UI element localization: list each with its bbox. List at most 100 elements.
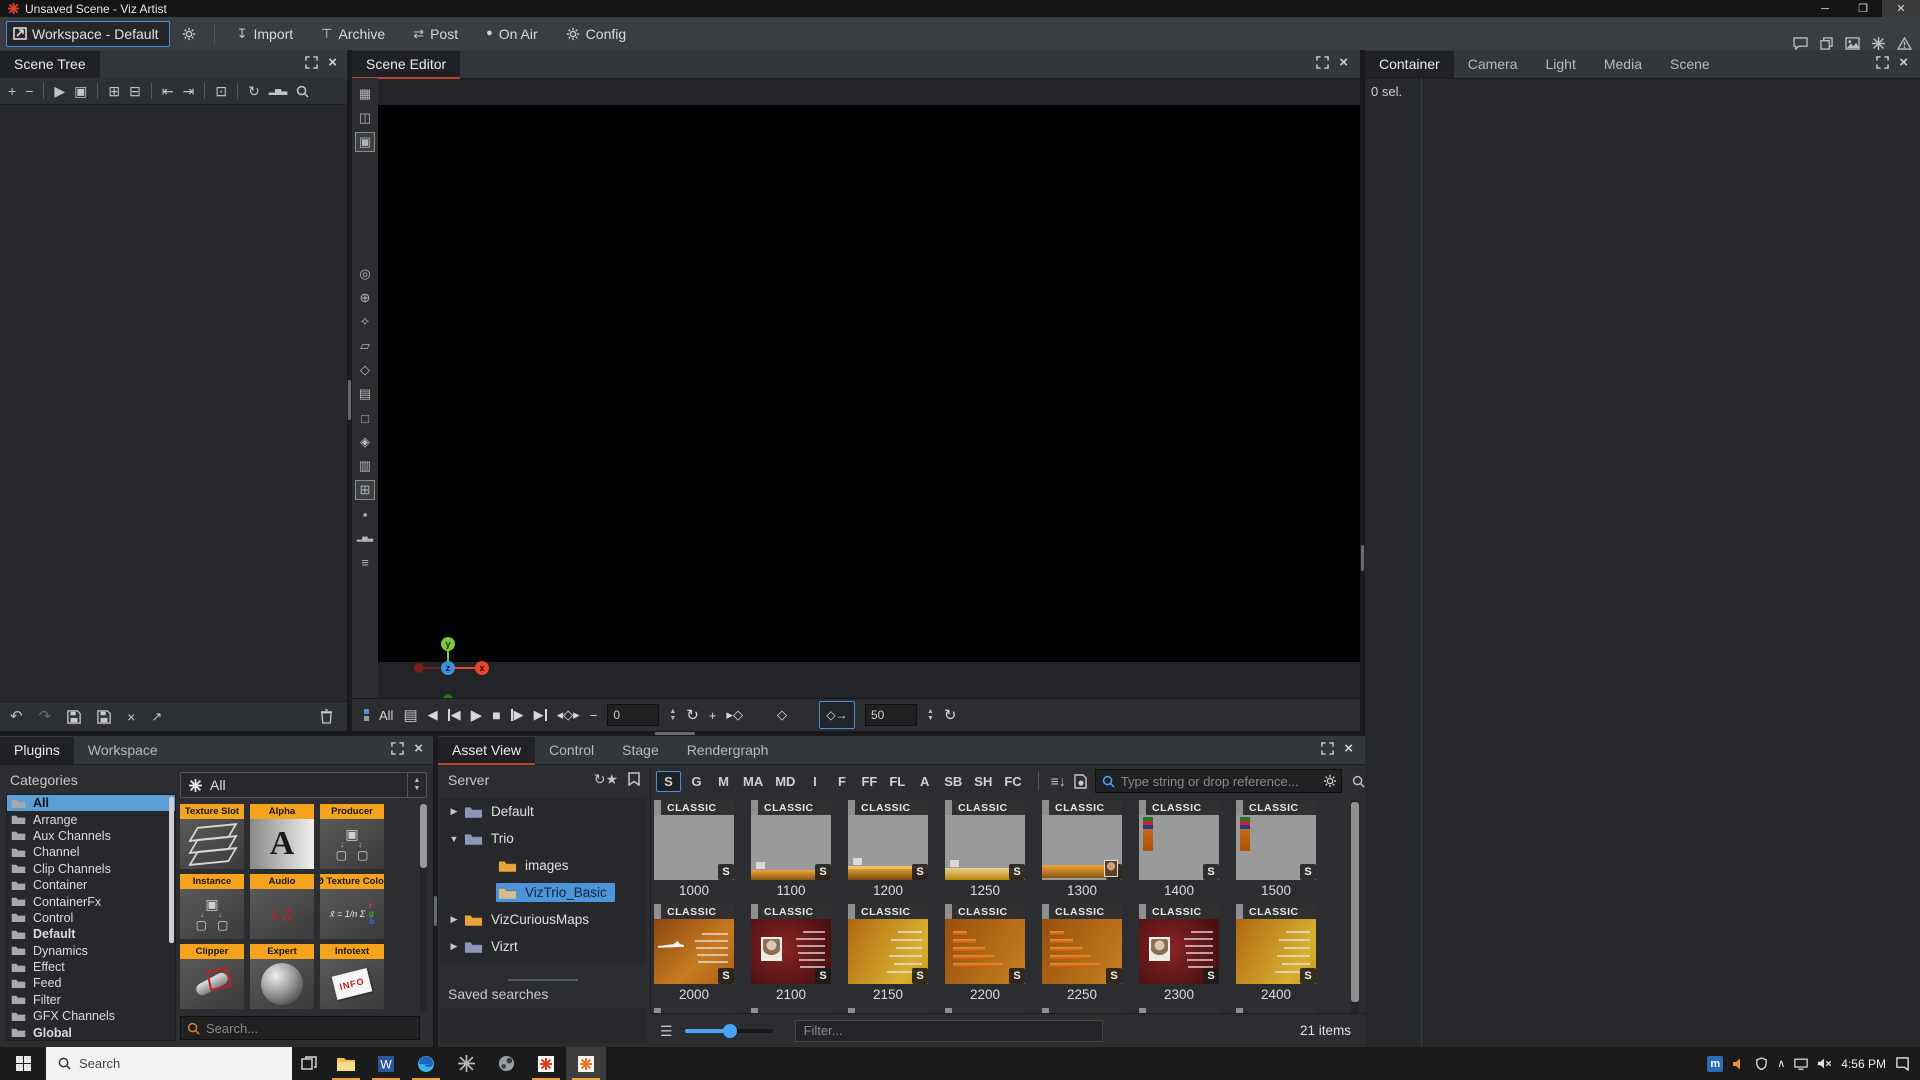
bounding-box-icon[interactable]: □ <box>355 408 375 428</box>
tab-container[interactable]: Container <box>1365 51 1454 78</box>
tree-node-trio[interactable]: ▼Trio <box>440 825 646 852</box>
safe-area-icon[interactable]: ◫ <box>355 108 375 128</box>
close-panel-icon[interactable]: × <box>328 55 337 70</box>
tree-expander-icon[interactable]: ▶ <box>446 806 462 817</box>
branch-icon[interactable]: ↗ <box>151 710 162 723</box>
display-icon[interactable] <box>1794 1058 1808 1070</box>
plugin-search[interactable]: Search... <box>180 1016 420 1040</box>
continue-button[interactable]: ▶ <box>511 707 524 723</box>
close-panel-icon[interactable]: × <box>1899 55 1908 70</box>
type-filter-g[interactable]: G <box>685 772 708 791</box>
add-keyframe-icon[interactable]: ⊡ <box>215 84 227 98</box>
category-item-container[interactable]: Container <box>7 877 175 893</box>
image-icon[interactable] <box>1845 37 1860 50</box>
go-to-end-button[interactable]: ▶ <box>534 707 547 723</box>
type-filter-m[interactable]: M <box>712 772 735 791</box>
defender-icon[interactable] <box>1755 1057 1768 1070</box>
update-mode-button[interactable]: ◇→ <box>819 701 855 729</box>
chevron-up-icon[interactable]: ∧ <box>1777 1057 1785 1070</box>
category-item-arrange[interactable]: Arrange <box>7 811 175 827</box>
orbit-icon[interactable]: ⊕ <box>355 288 375 308</box>
category-item-all[interactable]: All <box>7 795 175 811</box>
plugin-tile-infotext[interactable]: Infotext INFO <box>320 944 384 1009</box>
close-button[interactable]: ✕ <box>1882 0 1920 17</box>
stop-animation-icon[interactable]: ▣ <box>74 84 87 98</box>
category-item-gfx-channels[interactable]: GFX Channels <box>7 1008 175 1024</box>
category-item-effect[interactable]: Effect <box>7 959 175 975</box>
tab-scene[interactable]: Scene <box>1656 51 1724 78</box>
asset-thumbnail-2200[interactable]: CLASSIC S 2200 <box>945 904 1025 1002</box>
category-filter-dropdown[interactable]: All ▲▼ <box>180 772 427 798</box>
mute-icon[interactable] <box>1817 1057 1832 1070</box>
keyframe-next-icon[interactable]: ▸◇ <box>726 707 743 723</box>
speed-field[interactable] <box>865 704 917 726</box>
texture-icon[interactable]: ▤ <box>355 384 375 404</box>
teams-icon[interactable]: m <box>1707 1056 1723 1072</box>
channels-icon[interactable] <box>364 709 369 721</box>
start-button[interactable] <box>0 1047 46 1080</box>
save-icon[interactable] <box>67 710 81 724</box>
type-filter-f[interactable]: F <box>830 772 853 791</box>
bars-icon[interactable]: ▂▅▃ <box>355 528 375 548</box>
tab-rendergraph[interactable]: Rendergraph <box>673 737 783 764</box>
tree-node-viztrio_basic[interactable]: VizTrio_Basic <box>440 879 646 906</box>
plugin-tile-alpha[interactable]: Alpha A <box>250 804 314 869</box>
type-filter-fc[interactable]: FC <box>1000 772 1025 791</box>
menu-item-on-air[interactable]: ●On Air <box>472 17 552 50</box>
asset-search-box[interactable]: Type string or drop reference... <box>1095 769 1342 793</box>
clear-icon[interactable]: × <box>127 710 135 724</box>
play-button[interactable]: ▶ <box>471 706 483 724</box>
asset-thumbnail-1500[interactable]: CLASSIC S 1500 <box>1236 800 1316 898</box>
view-mode-icon[interactable]: ▣ <box>355 132 375 152</box>
list-view-icon[interactable]: ☰ <box>660 1024 673 1038</box>
refresh-icon[interactable]: ↻ <box>248 84 260 98</box>
play-reverse-button[interactable]: ◀ <box>428 707 438 723</box>
asset-thumbnail-2100[interactable]: CLASSIC S 2100 <box>751 904 831 1002</box>
refresh-search-icon[interactable]: ↻★ <box>594 772 618 786</box>
profile-icon[interactable]: ▂▅▃ <box>269 87 287 95</box>
expand-panel-icon[interactable] <box>1876 56 1889 69</box>
menu-item-post[interactable]: ⇄Post <box>399 17 472 50</box>
tab-control[interactable]: Control <box>535 737 608 764</box>
asset-thumbnail-1100[interactable]: CLASSIC S 1100 <box>751 800 831 898</box>
close-panel-icon[interactable]: × <box>1339 55 1348 70</box>
asset-thumbnail-2250[interactable]: CLASSIC S 2250 <box>1042 904 1122 1002</box>
search-icon[interactable] <box>296 85 309 98</box>
redo-icon[interactable]: ↷ <box>39 709 52 724</box>
taskbar-viz-trio-icon[interactable] <box>526 1047 566 1080</box>
dropdown-stepper[interactable]: ▲▼ <box>407 773 426 797</box>
asset-thumbnail-2400[interactable]: CLASSIC S 2400 <box>1236 904 1316 1002</box>
category-item-clip-channels[interactable]: Clip Channels <box>7 861 175 877</box>
menu-item-import[interactable]: ↧Import <box>223 17 308 50</box>
asset-grid-scrollbar[interactable] <box>1351 800 1359 1014</box>
tree-node-vizrt[interactable]: ▶Vizrt <box>440 933 646 960</box>
type-filter-fl[interactable]: FL <box>885 772 909 791</box>
task-view-button[interactable] <box>292 1047 326 1080</box>
trash-icon[interactable] <box>320 709 333 724</box>
search-settings-icon[interactable] <box>1323 774 1337 788</box>
detail-view-icon[interactable] <box>1074 774 1087 789</box>
type-filter-i[interactable]: I <box>803 772 826 791</box>
asset-thumbnail-1300[interactable]: CLASSIC S 1300 <box>1042 800 1122 898</box>
frame-field[interactable] <box>607 704 659 726</box>
plugin-tile-textureslot[interactable]: Texture Slot <box>180 804 244 869</box>
type-filter-sb[interactable]: SB <box>940 772 966 791</box>
remove-container-icon[interactable]: − <box>25 84 33 98</box>
tree-expander-icon[interactable]: ▶ <box>446 941 462 952</box>
director-all-label[interactable]: All <box>379 708 393 723</box>
tab-plugins[interactable]: Plugins <box>0 737 74 764</box>
workspace-selector[interactable]: Workspace - Default <box>6 21 170 47</box>
notification-icon[interactable] <box>1895 1057 1910 1071</box>
stop-button[interactable]: ■ <box>492 707 500 723</box>
minimize-button[interactable]: ─ <box>1806 0 1844 17</box>
workspace-settings-icon[interactable] <box>182 27 196 41</box>
wireframe-icon[interactable]: ▥ <box>355 456 375 476</box>
undo-icon[interactable]: ↶ <box>10 709 23 724</box>
camera-view-icon[interactable]: ◎ <box>355 264 375 284</box>
asset-thumbnail-2150[interactable]: CLASSIC S 2150 <box>848 904 928 1002</box>
type-filter-s[interactable]: S <box>656 771 681 792</box>
asset-thumbnail-1000[interactable]: CLASSIC S 1000 <box>654 800 734 898</box>
grid-toggle-icon[interactable]: ⊞ <box>355 480 375 500</box>
tab-workspace[interactable]: Workspace <box>74 737 172 764</box>
asset-thumbnail-1200[interactable]: CLASSIC S 1200 <box>848 800 928 898</box>
